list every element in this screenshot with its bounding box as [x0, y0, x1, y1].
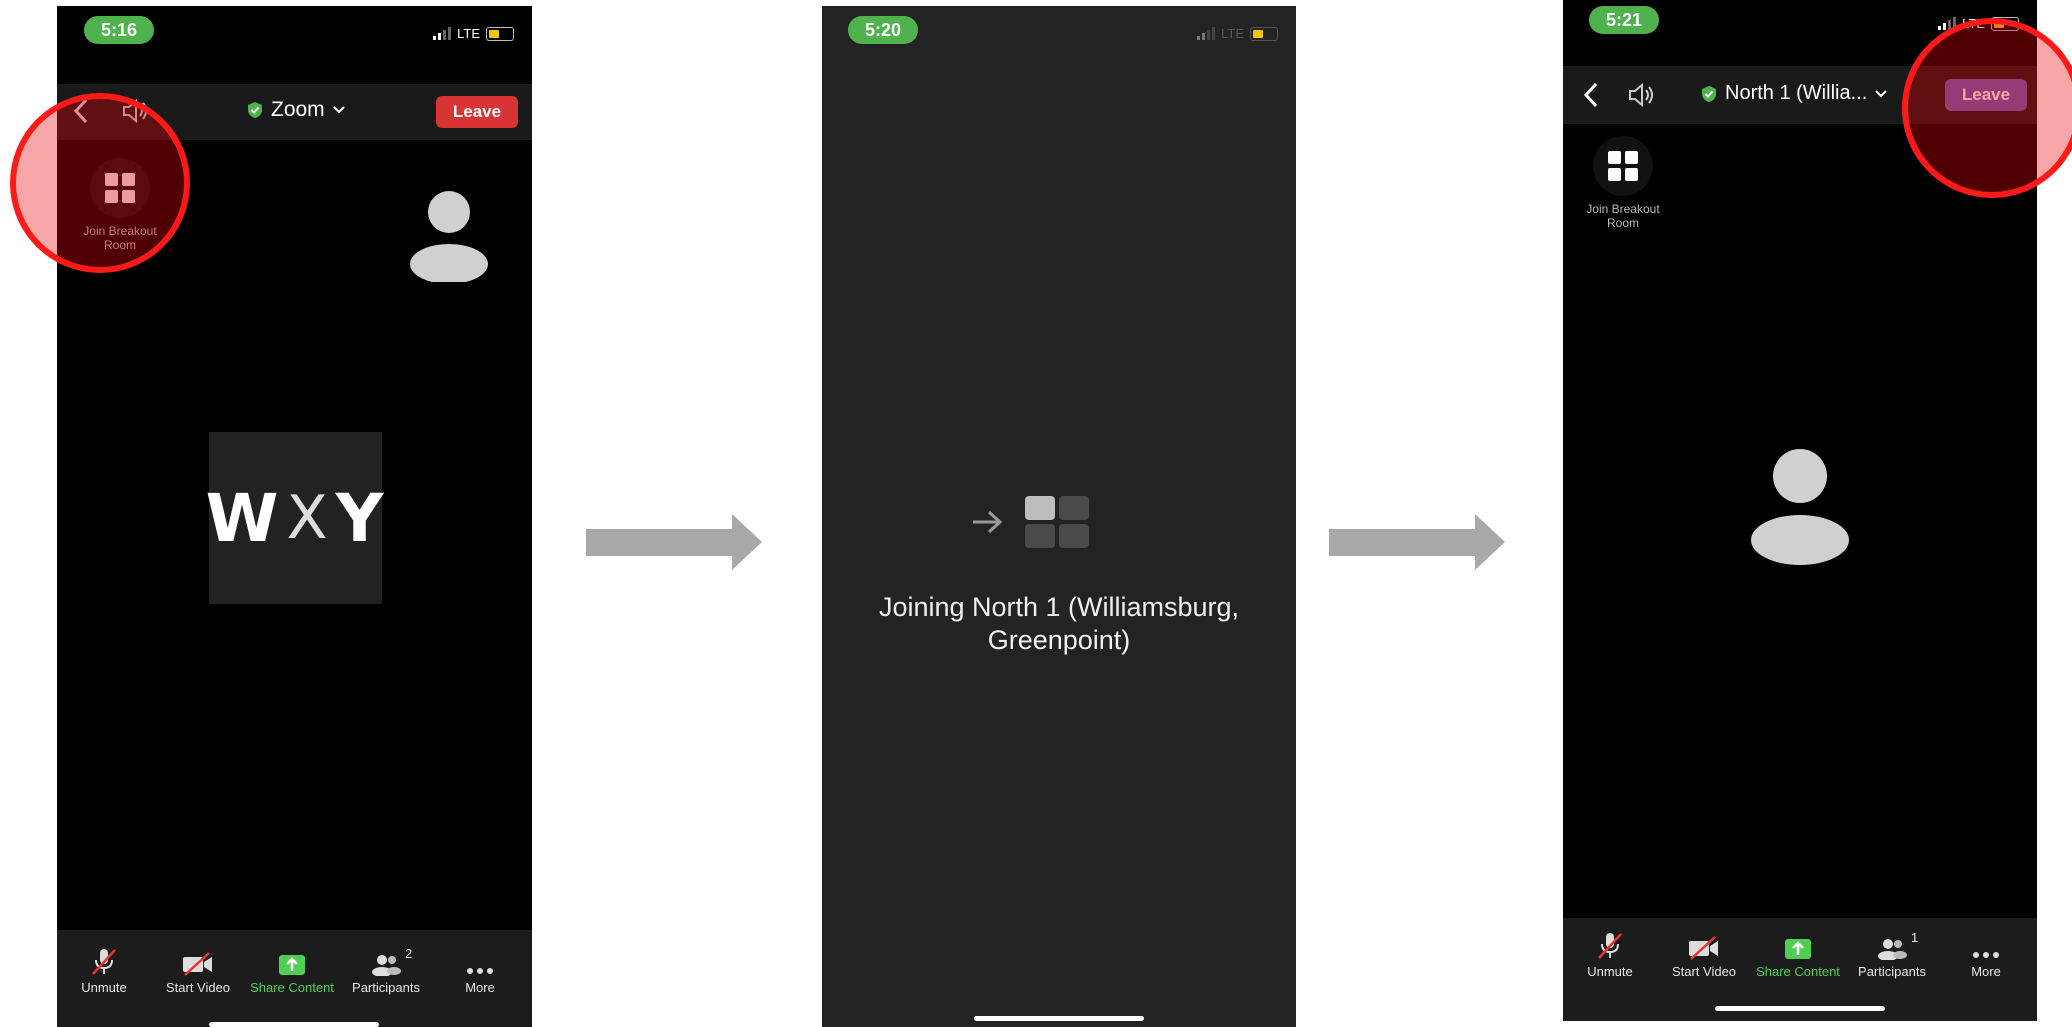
meeting-title-text: North 1 (Willia... [1725, 82, 1868, 104]
encryption-shield-icon [248, 102, 262, 118]
muted-mic-icon [91, 946, 117, 976]
more-dots-icon [1972, 930, 2000, 960]
logo-letter-w: W [205, 479, 281, 557]
video-off-icon [1687, 930, 1721, 960]
unmute-button[interactable]: Unmute [1563, 930, 1657, 979]
participants-label: Participants [352, 980, 420, 995]
participants-count-badge: 1 [1911, 930, 1919, 945]
share-content-label: Share Content [1756, 964, 1840, 979]
muted-mic-icon [1597, 930, 1623, 960]
chevron-down-icon [1875, 89, 1887, 97]
joining-line-1: Joining North 1 (Williamsburg, [878, 592, 1240, 622]
participants-icon [371, 946, 401, 976]
meeting-title-text: Zoom [271, 98, 325, 121]
participants-button[interactable]: 2 Participants [339, 946, 433, 995]
wxy-logo-video-tile: WXY [205, 432, 383, 604]
meeting-title[interactable]: North 1 (Willia... [1701, 82, 1887, 105]
status-indicators: LTE [1197, 26, 1278, 41]
joining-message: Joining North 1 (Williamsburg, Greenpoin… [822, 591, 1296, 657]
chevron-down-icon [332, 106, 345, 114]
more-dots-icon [466, 946, 494, 976]
start-video-label: Start Video [1671, 964, 1737, 979]
leave-button[interactable]: Leave [436, 96, 518, 128]
speaker-icon[interactable] [1627, 82, 1657, 113]
join-breakout-room-button[interactable]: Join Breakout Room [1563, 136, 1683, 230]
more-button[interactable]: More [433, 946, 527, 995]
share-screen-icon [1784, 930, 1812, 960]
unmute-label: Unmute [81, 980, 127, 995]
grid-icon [1593, 136, 1653, 196]
network-label: LTE [1221, 26, 1244, 41]
highlight-circle-breakout [10, 93, 190, 273]
highlight-circle-leave [1902, 18, 2072, 198]
encryption-shield-icon [1702, 85, 1716, 102]
more-button[interactable]: More [1939, 930, 2033, 979]
battery-icon [486, 26, 514, 41]
unmute-label: Unmute [1587, 964, 1633, 979]
home-indicator [209, 1022, 379, 1027]
share-content-button[interactable]: Share Content [1751, 930, 1845, 979]
signal-icon [1197, 27, 1216, 40]
logo-letter-y: Y [335, 479, 386, 557]
participant-avatar-icon [1751, 449, 1849, 565]
home-indicator [1715, 1006, 1885, 1011]
battery-icon [1250, 26, 1278, 41]
status-indicators: LTE [433, 26, 514, 41]
meeting-toolbar: Unmute Start Video Share Content 1 Parti… [1563, 918, 2037, 1021]
start-video-label: Start Video [165, 980, 231, 995]
home-indicator [974, 1016, 1144, 1021]
back-button[interactable] [1583, 82, 1599, 113]
arrow-right-icon [586, 514, 762, 570]
video-off-icon [181, 946, 215, 976]
meeting-toolbar: Unmute Start Video Share Content 2 Parti… [57, 930, 532, 1027]
participants-icon [1877, 930, 1907, 960]
joining-line-2: Greenpoint) [987, 625, 1131, 655]
share-content-label: Share Content [250, 980, 334, 995]
arrow-right-icon [1329, 514, 1505, 570]
more-label: More [1971, 964, 2001, 979]
start-video-button[interactable]: Start Video [1657, 930, 1751, 979]
participants-label: Participants [1858, 964, 1926, 979]
meeting-title[interactable]: Zoom [247, 98, 345, 122]
phone-screen-joining: 5:20 LTE Joining North 1 (Williamsburg, … [822, 6, 1296, 1027]
more-label: More [465, 980, 495, 995]
start-video-button[interactable]: Start Video [151, 946, 245, 995]
status-time: 5:20 [848, 16, 918, 44]
participants-button[interactable]: 1 Participants [1845, 930, 1939, 979]
joining-breakout-icon [973, 496, 1089, 548]
join-breakout-room-label: Join Breakout Room [1586, 202, 1660, 230]
participants-count-badge: 2 [405, 946, 413, 961]
share-content-button[interactable]: Share Content [245, 946, 339, 995]
participant-avatar-icon [410, 191, 488, 282]
unmute-button[interactable]: Unmute [57, 946, 151, 995]
status-time: 5:21 [1589, 6, 1659, 34]
network-label: LTE [457, 26, 480, 41]
status-time: 5:16 [84, 16, 154, 44]
signal-icon [433, 27, 452, 40]
share-screen-icon [278, 946, 306, 976]
logo-letter-x: X [286, 483, 330, 553]
